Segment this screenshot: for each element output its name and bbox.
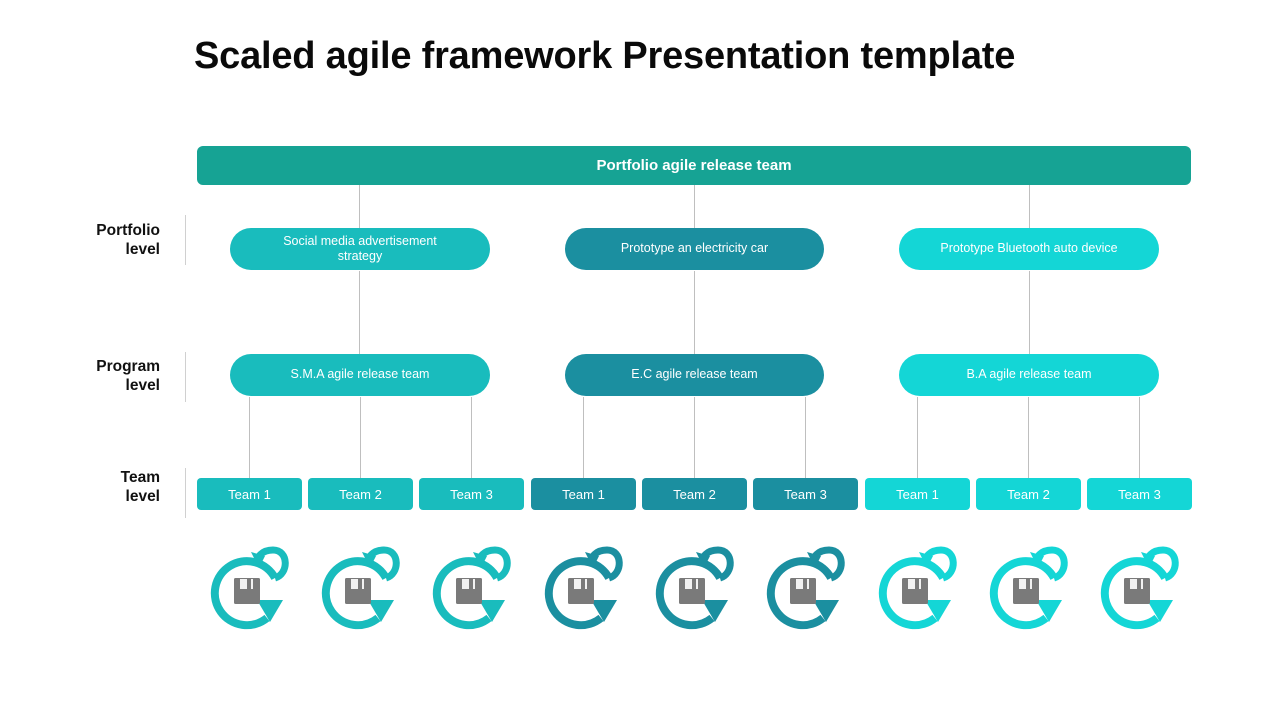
presentation-slide: Scaled agile framework Presentation temp… [0, 0, 1280, 720]
connector-program-to-team-2-2 [694, 397, 695, 478]
sprint-cycle-icon-group2-team3 [763, 540, 849, 636]
level-label-portfolio-line2: level [125, 241, 160, 259]
level-label-program-line1: Program [96, 358, 160, 375]
portfolio-pill-group1-line1: Social media advertisement [283, 234, 437, 248]
connector-portfolio-to-program-2 [694, 271, 695, 355]
sprint-cycle-icon-group2-team2 [652, 540, 738, 636]
page-title: Scaled agile framework Presentation temp… [194, 35, 1016, 77]
team-box-group3-team3-label: Team 3 [1118, 486, 1161, 502]
connector-portfolio-to-program-3 [1029, 271, 1030, 355]
team-box-group3-team3[interactable]: Team 3 [1087, 478, 1192, 510]
team-box-group2-team1[interactable]: Team 1 [531, 478, 636, 510]
team-box-group3-team2[interactable]: Team 2 [976, 478, 1081, 510]
program-pill-group1[interactable]: S.M.A agile release team [230, 354, 490, 396]
team-box-group2-team1-label: Team 1 [562, 486, 605, 502]
level-label-team-line1: Team [120, 469, 160, 486]
team-box-group1-team2-label: Team 2 [339, 486, 382, 502]
level-label-team: Team level [40, 468, 160, 507]
sprint-cycle-icon-group1-team1 [207, 540, 293, 636]
portfolio-pill-group2-label: Prototype an electricity car [620, 241, 769, 256]
divider-portfolio [185, 215, 186, 265]
portfolio-pill-group3[interactable]: Prototype Bluetooth auto device [899, 228, 1159, 270]
portfolio-banner[interactable]: Portfolio agile release team [197, 146, 1191, 185]
team-box-group3-team1-label: Team 1 [896, 486, 939, 502]
program-pill-group2-label: E.C agile release team [631, 367, 758, 382]
team-box-group3-team2-label: Team 2 [1007, 486, 1050, 502]
level-label-program-line2: level [125, 377, 160, 395]
connector-program-to-team-2-3 [805, 397, 806, 478]
program-pill-group3[interactable]: B.A agile release team [899, 354, 1159, 396]
sprint-cycle-icon-group3-team1 [875, 540, 961, 636]
sprint-cycle-icon-group1-team3 [429, 540, 515, 636]
level-label-portfolio: Portfolio level [40, 221, 160, 260]
divider-team [185, 468, 186, 518]
portfolio-banner-label: Portfolio agile release team [596, 157, 792, 174]
connector-program-to-team-3-3 [1139, 397, 1140, 478]
sprint-cycle-icon-group2-team1 [541, 540, 627, 636]
program-pill-group3-label: B.A agile release team [966, 367, 1092, 382]
program-pill-group1-label: S.M.A agile release team [290, 367, 430, 382]
team-box-group1-team1-label: Team 1 [228, 486, 271, 502]
team-box-group1-team1[interactable]: Team 1 [197, 478, 302, 510]
team-box-group3-team1[interactable]: Team 1 [865, 478, 970, 510]
team-box-group2-team2[interactable]: Team 2 [642, 478, 747, 510]
connector-banner-to-portfolio-1 [359, 185, 360, 229]
team-box-group1-team2[interactable]: Team 2 [308, 478, 413, 510]
level-label-program: Program level [40, 357, 160, 396]
level-label-portfolio-line1: Portfolio [96, 222, 160, 239]
connector-program-to-team-1-3 [471, 397, 472, 478]
team-box-group2-team2-label: Team 2 [673, 486, 716, 502]
connector-program-to-team-1-1 [249, 397, 250, 478]
connector-program-to-team-2-1 [583, 397, 584, 478]
program-pill-group2[interactable]: E.C agile release team [565, 354, 824, 396]
portfolio-pill-group1[interactable]: Social media advertisement strategy [230, 228, 490, 270]
connector-banner-to-portfolio-2 [694, 185, 695, 229]
team-box-group2-team3-label: Team 3 [784, 486, 827, 502]
connector-program-to-team-1-2 [360, 397, 361, 478]
team-box-group1-team3-label: Team 3 [450, 486, 493, 502]
divider-program [185, 352, 186, 402]
portfolio-pill-group3-label: Prototype Bluetooth auto device [940, 241, 1118, 256]
connector-program-to-team-3-1 [917, 397, 918, 478]
connector-portfolio-to-program-1 [359, 271, 360, 355]
connector-banner-to-portfolio-3 [1029, 185, 1030, 229]
level-label-team-line2: level [125, 488, 160, 506]
sprint-cycle-icon-group3-team2 [986, 540, 1072, 636]
team-box-group2-team3[interactable]: Team 3 [753, 478, 858, 510]
team-box-group1-team3[interactable]: Team 3 [419, 478, 524, 510]
portfolio-pill-group2[interactable]: Prototype an electricity car [565, 228, 824, 270]
connector-program-to-team-3-2 [1028, 397, 1029, 478]
portfolio-pill-group1-line2: strategy [337, 249, 383, 263]
sprint-cycle-icon-group3-team3 [1097, 540, 1183, 636]
sprint-cycle-icon-group1-team2 [318, 540, 404, 636]
